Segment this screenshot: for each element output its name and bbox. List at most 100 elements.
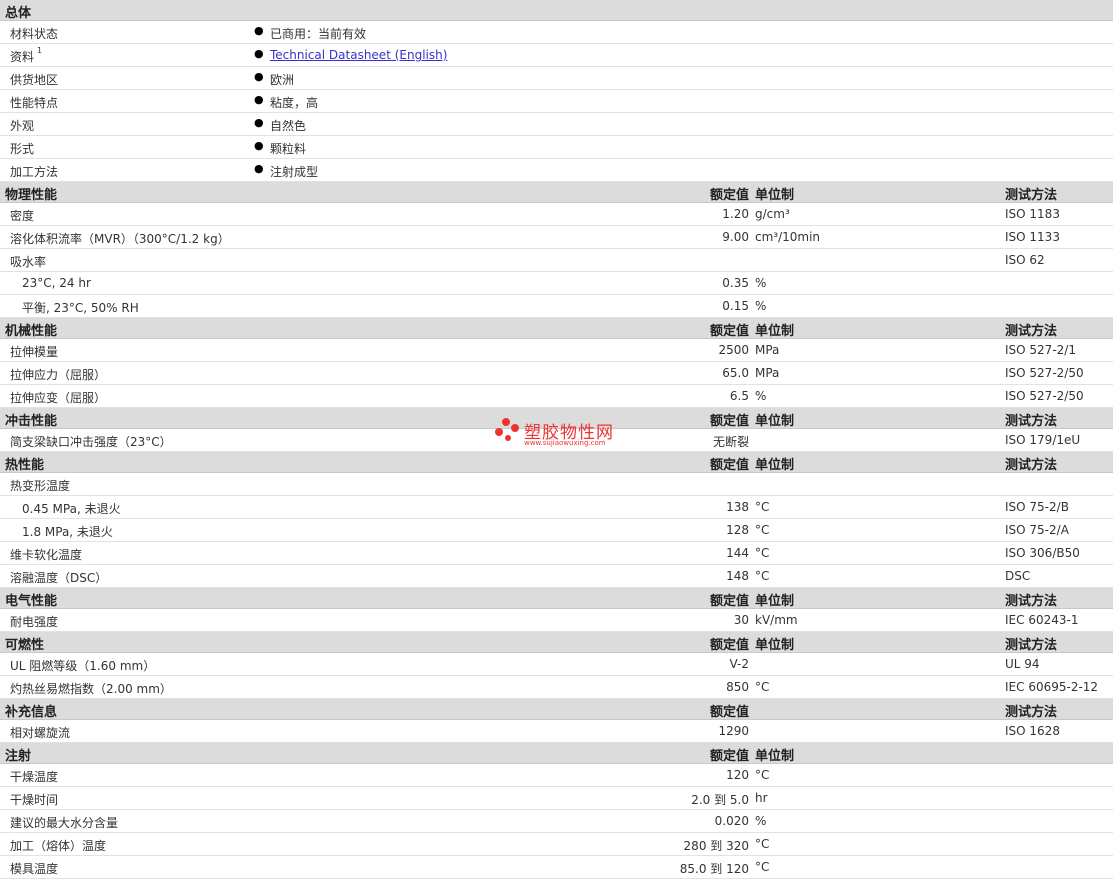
- test-method: ISO 527-2/1: [1005, 343, 1076, 357]
- column-header-unit: 单位制: [755, 749, 795, 764]
- column-header-method: 测试方法: [1005, 458, 1058, 473]
- property-row: 灼热丝易燃指数（2.00 mm） 850 °C IEC 60695-2-12: [0, 676, 1113, 699]
- property-label: 模具温度: [10, 862, 59, 876]
- row-label: 供货地区: [10, 73, 59, 87]
- property-unit: %: [755, 276, 767, 290]
- test-method: IEC 60243-1: [1005, 613, 1079, 627]
- property-value: 138: [726, 500, 749, 514]
- property-value: 无断裂: [712, 435, 749, 449]
- test-method: UL 94: [1005, 657, 1040, 671]
- column-header-value: 额定值: [709, 749, 749, 764]
- column-header-unit: 单位制: [755, 188, 795, 203]
- general-row: 材料状态 ● 已商用：当前有效: [0, 21, 1113, 44]
- property-unit: °C: [755, 837, 770, 851]
- property-unit: MPa: [755, 343, 780, 357]
- datasheet-link[interactable]: Technical Datasheet (English): [270, 48, 447, 62]
- row-label: 性能特点: [10, 96, 59, 110]
- property-value: 2.0 到 5.0: [691, 793, 749, 807]
- column-header-method: 测试方法: [1005, 414, 1058, 429]
- section-header: 注射 额定值 单位制: [0, 743, 1113, 764]
- row-label: 加工方法: [10, 165, 59, 179]
- property-unit: hr: [755, 791, 768, 805]
- property-label: 拉伸模量: [10, 345, 59, 359]
- property-label: 维卡软化温度: [10, 548, 83, 562]
- property-label: 吸水率: [10, 255, 47, 269]
- property-value: 0.020: [714, 814, 749, 828]
- property-label: 拉伸应力（屈服）: [10, 368, 107, 382]
- property-unit: g/cm³: [755, 207, 790, 221]
- property-value: 65.0: [722, 366, 749, 380]
- property-row: 相对螺旋流 1290 ISO 1628: [0, 720, 1113, 743]
- row-value: 颗粒料: [270, 142, 307, 156]
- bullet-icon: ●: [254, 116, 264, 129]
- bullet-icon: ●: [254, 162, 264, 175]
- column-header-unit: 单位制: [755, 324, 795, 339]
- property-label: 加工（熔体）温度: [10, 839, 107, 853]
- property-unit: °C: [755, 500, 770, 514]
- property-value: 30: [733, 613, 749, 627]
- section-title: 补充信息: [5, 705, 58, 720]
- property-label: 溶融温度（DSC）: [10, 571, 108, 585]
- property-unit: °C: [755, 680, 770, 694]
- property-unit: °C: [755, 523, 770, 537]
- property-row: 0.45 MPa, 未退火 138 °C ISO 75-2/B: [0, 496, 1113, 519]
- property-row: 密度 1.20 g/cm³ ISO 1183: [0, 203, 1113, 226]
- property-label: 干燥时间: [10, 793, 59, 807]
- property-label: 平衡, 23°C, 50% RH: [22, 301, 139, 315]
- test-method: ISO 1183: [1005, 207, 1060, 221]
- property-value: 1290: [718, 724, 749, 738]
- test-method: ISO 75-2/B: [1005, 500, 1069, 514]
- property-label: 密度: [10, 209, 35, 223]
- column-header-value: 额定值: [709, 324, 749, 339]
- property-label: 热变形温度: [10, 479, 71, 493]
- test-method: ISO 306/B50: [1005, 546, 1080, 560]
- column-header-value: 额定值: [709, 594, 749, 609]
- column-header-method: 测试方法: [1005, 705, 1058, 720]
- bullet-icon: ●: [254, 47, 264, 60]
- property-unit: °C: [755, 546, 770, 560]
- test-method: IEC 60695-2-12: [1005, 680, 1099, 694]
- property-label: 1.8 MPa, 未退火: [22, 525, 113, 539]
- property-unit: °C: [755, 860, 770, 874]
- general-row: 性能特点 ● 粘度，高: [0, 90, 1113, 113]
- property-label: 建议的最大水分含量: [10, 816, 119, 830]
- watermark-logo-icon: [495, 418, 519, 441]
- property-label: 0.45 MPa, 未退火: [22, 502, 121, 516]
- bullet-icon: ●: [254, 24, 264, 37]
- section-header: 补充信息 额定值 测试方法: [0, 699, 1113, 720]
- property-unit: cm³/10min: [755, 230, 821, 244]
- test-method: ISO 75-2/A: [1005, 523, 1069, 537]
- property-row: 热变形温度: [0, 473, 1113, 496]
- property-value: V-2: [729, 657, 749, 671]
- site-watermark: 塑胶物性网 www.sujiaowuxing.com: [494, 416, 634, 450]
- property-row: 23°C, 24 hr 0.35%: [0, 272, 1113, 295]
- bullet-icon: ●: [254, 93, 264, 106]
- property-unit: %: [755, 814, 767, 828]
- watermark-url: www.sujiaowuxing.com: [524, 439, 606, 447]
- property-unit: °C: [755, 569, 770, 583]
- property-label: 简支梁缺口冲击强度（23°C）: [10, 435, 172, 449]
- property-value: 128: [726, 523, 749, 537]
- property-value: 850: [726, 680, 749, 694]
- property-row: 溶化体积流率（MVR）（300°C/1.2 kg） 9.00 cm³/10min IS…: [0, 226, 1113, 249]
- general-row: 供货地区 ● 欧洲: [0, 67, 1113, 90]
- property-unit: %: [755, 299, 767, 313]
- property-row: 干燥时间 2.0 到 5.0 hr: [0, 787, 1113, 810]
- property-row: 拉伸应力（屈服） 65.0 MPa ISO 527-2/50: [0, 362, 1113, 385]
- property-row: 加工（熔体）温度 280 到 320 °C: [0, 833, 1113, 856]
- property-value: 1.20: [722, 207, 749, 221]
- property-value: 280 到 320: [683, 839, 749, 853]
- section-title: 电气性能: [5, 594, 58, 609]
- test-method: DSC: [1005, 569, 1031, 583]
- property-value: 0.15: [722, 299, 749, 313]
- test-method: ISO 1133: [1005, 230, 1060, 244]
- section-header: 物理性能 额定值 单位制 测试方法: [0, 182, 1113, 203]
- section-header: 机械性能 额定值 单位制 测试方法: [0, 318, 1113, 339]
- row-value: 注射成型: [270, 165, 319, 179]
- column-header-method: 测试方法: [1005, 638, 1058, 653]
- property-row: 耐电强度 30 kV/mm IEC 60243-1: [0, 609, 1113, 632]
- property-label: 溶化体积流率（MVR）（300°C/1.2 kg）: [10, 232, 230, 246]
- property-row: 干燥温度 120 °C: [0, 764, 1113, 787]
- section-header: 电气性能 额定值 单位制 测试方法: [0, 588, 1113, 609]
- property-unit: MPa: [755, 366, 780, 380]
